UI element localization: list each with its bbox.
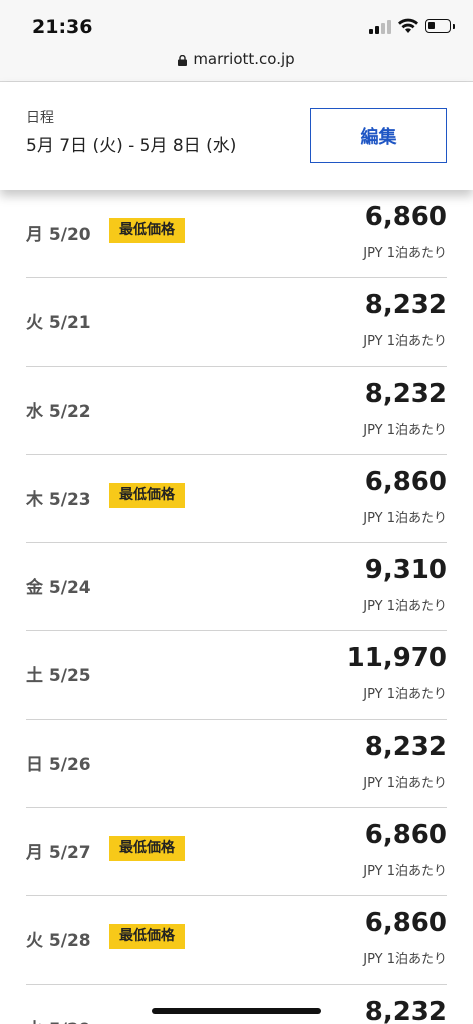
per-night-label: JPY 1泊あたり xyxy=(363,510,447,526)
lowest-price-badge: 最低価格 xyxy=(109,218,185,243)
price-value: 6,860 xyxy=(364,202,447,232)
lowest-price-badge: 最低価格 xyxy=(109,836,185,862)
price-value: 8,232 xyxy=(364,378,447,409)
price-row[interactable]: 月 5/20 最低価格 6,860 JPY 1泊あたり xyxy=(26,190,447,279)
price-row[interactable]: 金 5/24 9,310 JPY 1泊あたり xyxy=(26,543,447,632)
wifi-icon xyxy=(398,18,418,33)
price-row[interactable]: 水 5/29 8,232 xyxy=(26,985,447,1024)
row-date: 火 5/28 xyxy=(26,931,91,952)
home-indicator[interactable] xyxy=(152,1008,321,1014)
per-night-label: JPY 1泊あたり xyxy=(363,599,447,615)
edit-button[interactable]: 編集 xyxy=(310,108,447,163)
battery-icon xyxy=(425,19,455,33)
row-date: 土 5/25 xyxy=(26,666,91,687)
per-night-label: JPY 1泊あたり xyxy=(363,687,447,703)
price-row[interactable]: 木 5/23 最低価格 6,860 JPY 1泊あたり xyxy=(26,455,447,544)
row-date: 水 5/29 xyxy=(26,1015,91,1024)
date-header: 日程 5月 7日 (火) - 5月 8日 (水) 編集 xyxy=(0,82,473,190)
price-row[interactable]: 水 5/22 8,232 JPY 1泊あたり xyxy=(26,367,447,455)
row-date: 木 5/23 xyxy=(26,489,91,510)
row-date: 月 5/27 xyxy=(26,843,91,864)
url-bar[interactable]: marriott.co.jp xyxy=(0,46,473,82)
price-row[interactable]: 土 5/25 11,970 JPY 1泊あたり xyxy=(26,631,447,720)
date-label: 日程 xyxy=(26,110,54,126)
lowest-price-badge: 最低価格 xyxy=(109,482,185,508)
row-date: 火 5/21 xyxy=(26,313,91,334)
lock-icon xyxy=(178,54,188,66)
row-date: 金 5/24 xyxy=(26,578,91,599)
price-value: 6,860 xyxy=(364,820,447,851)
per-night-label: JPY 1泊あたり xyxy=(363,864,447,880)
price-value: 6,860 xyxy=(364,466,447,497)
status-time: 21:36 xyxy=(32,16,93,38)
row-date: 水 5/22 xyxy=(26,401,91,422)
price-row[interactable]: 月 5/27 最低価格 6,860 JPY 1泊あたり xyxy=(26,808,447,897)
per-night-label: JPY 1泊あたり xyxy=(363,334,447,350)
price-value: 6,860 xyxy=(364,908,447,939)
row-date: 月 5/20 xyxy=(26,225,91,245)
date-range: 5月 7日 (火) - 5月 8日 (水) xyxy=(26,136,237,156)
price-value: 11,970 xyxy=(346,643,447,674)
per-night-label: JPY 1泊あたり xyxy=(363,775,447,791)
price-value: 8,232 xyxy=(364,290,447,321)
lowest-price-badge: 最低価格 xyxy=(109,924,185,950)
price-value: 9,310 xyxy=(364,555,447,586)
price-row[interactable]: 日 5/26 8,232 JPY 1泊あたり xyxy=(26,720,447,809)
status-bar: 21:36 xyxy=(0,0,473,46)
per-night-label: JPY 1泊あたり xyxy=(363,246,447,261)
price-list: 月 5/20 最低価格 6,860 JPY 1泊あたり火 5/21 8,232 JPY 1… xyxy=(0,190,473,1024)
signal-icon xyxy=(369,20,391,34)
row-date: 日 5/26 xyxy=(26,754,91,775)
per-night-label: JPY 1泊あたり xyxy=(363,422,447,438)
price-value: 8,232 xyxy=(364,731,447,762)
price-row[interactable]: 火 5/28 最低価格 6,860 JPY 1泊あたり xyxy=(26,896,447,985)
price-value: 8,232 xyxy=(364,996,447,1024)
battery-level xyxy=(428,22,435,29)
url-text[interactable]: marriott.co.jp xyxy=(193,50,294,68)
per-night-label: JPY 1泊あたり xyxy=(363,952,447,968)
price-row[interactable]: 火 5/21 8,232 JPY 1泊あたり xyxy=(26,278,447,367)
